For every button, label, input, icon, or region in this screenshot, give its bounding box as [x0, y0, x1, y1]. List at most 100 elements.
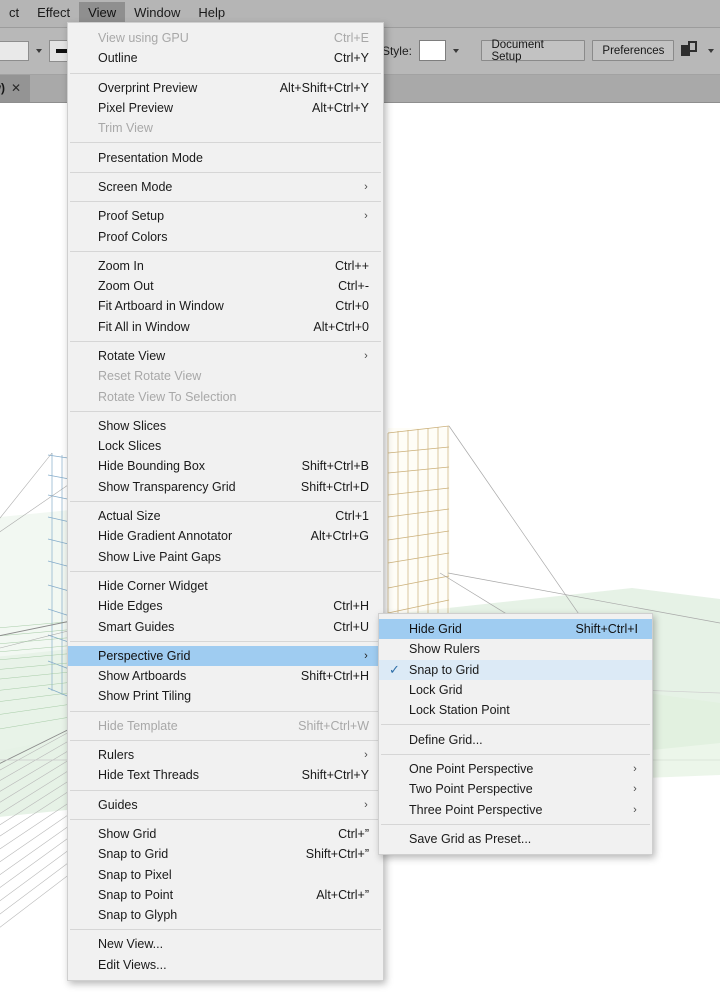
menu-item-hide-edges[interactable]: Hide Edges Ctrl+H — [68, 596, 383, 616]
menu-item-show-rulers[interactable]: Show Rulers — [379, 639, 652, 659]
menu-item-show-slices[interactable]: Show Slices — [68, 416, 383, 436]
document-tab[interactable]: view) ✕ — [0, 74, 31, 102]
menu-item-snap-to-glyph[interactable]: Snap to Glyph — [68, 905, 383, 925]
menu-item-label: Actual Size — [98, 509, 161, 524]
menu-item-show-grid[interactable]: Show Grid Ctrl+” — [68, 824, 383, 844]
menu-item-label: Snap to Grid — [98, 847, 169, 862]
menu-item-proof-setup[interactable]: Proof Setup › — [68, 206, 383, 226]
preferences-button[interactable]: Preferences — [592, 40, 675, 61]
menu-item-rotate-view[interactable]: Rotate View › — [68, 346, 383, 366]
menu-item-label: Snap to Glyph — [98, 908, 178, 923]
menu-item-view-using-gpu: View using GPU Ctrl+E — [68, 28, 383, 48]
menu-item-show-artboards[interactable]: Show Artboards Shift+Ctrl+H — [68, 666, 383, 686]
view-menu[interactable]: View using GPU Ctrl+E Outline Ctrl+Y Overpri… — [67, 22, 384, 981]
menu-item-rulers[interactable]: Rulers › — [68, 745, 383, 765]
menu-item-lock-station-point[interactable]: Lock Station Point — [379, 700, 652, 720]
menu-item-hide-bounding-box[interactable]: Hide Bounding Box Shift+Ctrl+B — [68, 456, 383, 476]
chevron-right-icon: › — [364, 350, 368, 362]
menu-item-shortcut: Alt+Ctrl+Y — [312, 101, 369, 116]
menu-item-shortcut: Shift+Ctrl+” — [305, 847, 369, 862]
menu-item-shortcut: Ctrl+Y — [333, 51, 369, 66]
menu-item-label: Show Rulers — [409, 642, 480, 657]
menu-item-label: Hide Grid — [409, 622, 462, 637]
menu-item-label: Rulers — [98, 748, 135, 763]
menu-separator — [70, 142, 381, 144]
menu-item-label: Reset Rotate View — [98, 369, 202, 384]
menu-item-zoom-in[interactable]: Zoom In Ctrl++ — [68, 256, 383, 276]
menu-item-snap-to-grid[interactable]: ✓ Snap to Grid — [379, 659, 652, 680]
menu-separator — [70, 201, 381, 203]
menu-item-shortcut: Ctrl+E — [333, 31, 369, 46]
menu-item-shortcut: Ctrl+H — [333, 599, 369, 614]
menu-item-save-grid-as-preset[interactable]: Save Grid as Preset... — [379, 829, 652, 849]
menu-item-fit-all-in-window[interactable]: Fit All in Window Alt+Ctrl+0 — [68, 317, 383, 337]
perspective-grid-submenu[interactable]: Hide Grid Shift+Ctrl+I Show Rulers ✓ Snap to… — [378, 613, 653, 855]
menu-item-smart-guides[interactable]: Smart Guides Ctrl+U — [68, 616, 383, 636]
style-chevron-down-icon[interactable] — [453, 48, 460, 53]
menu-item-fit-artboard-in-window[interactable]: Fit Artboard in Window Ctrl+0 — [68, 296, 383, 316]
menu-item-shortcut: Alt+Ctrl+” — [316, 887, 369, 902]
menu-separator — [70, 929, 381, 931]
chevron-down-icon[interactable] — [36, 48, 43, 53]
arrange-documents-chevron-down-icon[interactable] — [708, 48, 715, 53]
menu-item-snap-to-pixel[interactable]: Snap to Pixel — [68, 864, 383, 884]
menu-item-label: Hide Template — [98, 718, 178, 733]
menu-item-three-point-perspective[interactable]: Three Point Perspective › — [379, 799, 652, 819]
document-setup-button[interactable]: Document Setup — [481, 39, 586, 63]
menu-item-hide-corner-widget[interactable]: Hide Corner Widget — [68, 576, 383, 596]
chevron-right-icon: › — [633, 803, 637, 816]
menu-item-label: Trim View — [98, 121, 153, 136]
menu-item-shortcut: Alt+Shift+Ctrl+Y — [279, 80, 369, 95]
menu-item-label: Hide Corner Widget — [98, 578, 208, 593]
menu-item-label: One Point Perspective — [409, 761, 534, 776]
menu-separator — [381, 823, 650, 825]
menu-item-outline[interactable]: Outline Ctrl+Y — [68, 48, 383, 68]
menu-item-edit-views[interactable]: Edit Views... — [68, 955, 383, 975]
menu-item-hide-grid[interactable]: Hide Grid Shift+Ctrl+I — [379, 619, 652, 640]
menu-item-shortcut: Shift+Ctrl+B — [301, 459, 369, 474]
menu-item-screen-mode[interactable]: Screen Mode › — [68, 177, 383, 197]
menu-item-actual-size[interactable]: Actual Size Ctrl+1 — [68, 506, 383, 526]
menu-item-lock-slices[interactable]: Lock Slices — [68, 436, 383, 456]
style-swatch[interactable] — [418, 40, 447, 61]
menu-item-label: Presentation Mode — [98, 150, 203, 165]
menu-item-label: Snap to Pixel — [98, 867, 172, 882]
menu-item-snap-to-point[interactable]: Snap to Point Alt+Ctrl+” — [68, 885, 383, 905]
menu-item-label: Edit Views... — [98, 957, 167, 972]
arrange-documents-icon[interactable] — [681, 40, 701, 61]
menu-item-two-point-perspective[interactable]: Two Point Perspective › — [379, 779, 652, 799]
menu-item-show-print-tiling[interactable]: Show Print Tiling — [68, 686, 383, 706]
menu-item-label: Show Live Paint Gaps — [98, 549, 221, 564]
menubar-item-ct[interactable]: ct — [0, 2, 28, 25]
menu-item-hide-text-threads[interactable]: Hide Text Threads Shift+Ctrl+Y — [68, 765, 383, 785]
menu-item-overprint-preview[interactable]: Overprint Preview Alt+Shift+Ctrl+Y — [68, 78, 383, 98]
menu-item-label: Hide Gradient Annotator — [98, 529, 233, 544]
menu-item-lock-grid[interactable]: Lock Grid — [379, 680, 652, 700]
menu-item-shortcut: Shift+Ctrl+Y — [301, 768, 369, 783]
menu-item-show-live-paint-gaps[interactable]: Show Live Paint Gaps — [68, 547, 383, 567]
stroke-weight-select[interactable] — [0, 40, 30, 61]
menu-item-pixel-preview[interactable]: Pixel Preview Alt+Ctrl+Y — [68, 98, 383, 118]
menu-item-label: Show Slices — [98, 418, 167, 433]
menu-item-new-view[interactable]: New View... — [68, 934, 383, 954]
menu-item-hide-gradient-annotator[interactable]: Hide Gradient Annotator Alt+Ctrl+G — [68, 526, 383, 546]
menu-item-shortcut: Ctrl+0 — [335, 299, 369, 314]
menu-item-shortcut: Shift+Ctrl+H — [300, 669, 369, 684]
menu-item-one-point-perspective[interactable]: One Point Perspective › — [379, 759, 652, 779]
menu-item-shortcut: Alt+Ctrl+G — [310, 529, 369, 544]
close-icon[interactable]: ✕ — [11, 81, 21, 95]
menu-item-guides[interactable]: Guides › — [68, 795, 383, 815]
menu-item-define-grid[interactable]: Define Grid... — [379, 729, 652, 749]
menu-item-label: Two Point Perspective — [409, 782, 533, 797]
menu-item-shortcut: Ctrl+- — [338, 279, 369, 294]
menu-item-label: Lock Station Point — [409, 703, 510, 718]
menu-item-perspective-grid[interactable]: Perspective Grid › — [68, 645, 383, 667]
chevron-right-icon: › — [364, 210, 368, 223]
menu-item-proof-colors[interactable]: Proof Colors — [68, 226, 383, 246]
menu-item-snap-to-grid[interactable]: Snap to Grid Shift+Ctrl+” — [68, 844, 383, 864]
menu-item-show-transparency-grid[interactable]: Show Transparency Grid Shift+Ctrl+D — [68, 477, 383, 497]
menu-item-zoom-out[interactable]: Zoom Out Ctrl+- — [68, 276, 383, 296]
menu-item-shortcut: Ctrl+U — [333, 619, 369, 634]
menu-item-label: Three Point Perspective — [409, 802, 543, 817]
menu-item-presentation-mode[interactable]: Presentation Mode — [68, 147, 383, 167]
